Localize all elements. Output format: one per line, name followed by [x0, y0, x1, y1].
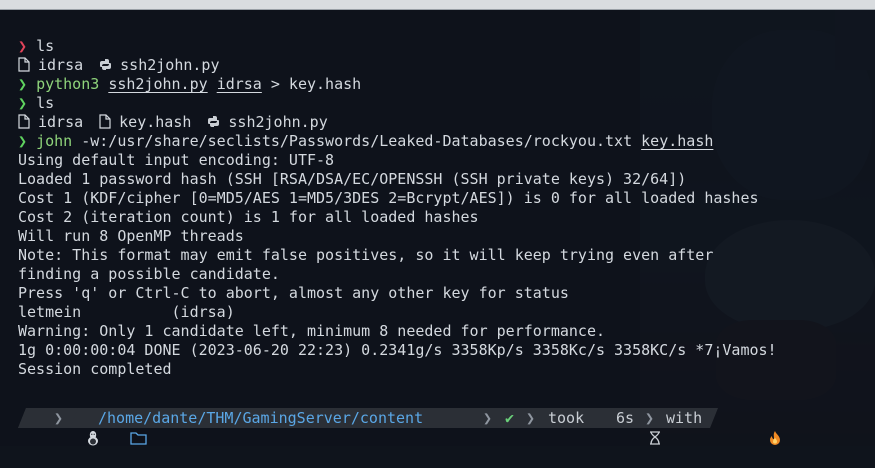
command-line: ❯ python3 ssh2john.py idrsa > key.hash	[18, 75, 777, 94]
prompt-arrow-icon: ❯	[18, 37, 28, 55]
output-line: Using default input encoding: UTF-8	[18, 151, 335, 169]
file-name: idrsa	[38, 56, 84, 74]
file-icon	[99, 114, 111, 129]
command-text: ls	[36, 94, 55, 112]
fire-icon	[715, 408, 781, 445]
separator-icon: ❯	[645, 409, 655, 427]
file-icon	[18, 57, 30, 72]
file-icon	[18, 114, 30, 129]
output-line: 1g 0:00:00:04 DONE (2023-06-20 22:23) 0.…	[18, 341, 777, 359]
prompt-arrow-icon: ❯	[18, 94, 28, 112]
output-line: finding a possible candidate.	[18, 265, 280, 283]
separator-icon: ❯	[54, 409, 64, 427]
command-arg: key.hash	[641, 132, 714, 150]
output-line: Will run 8 OpenMP threads	[18, 227, 244, 245]
output-line: Cost 2 (iteration count) is 1 for all lo…	[18, 208, 479, 226]
output-line: Press 'q' or Ctrl-C to abort, almost any…	[18, 284, 569, 302]
command-line: ❯ ls	[18, 94, 777, 113]
file-name: key.hash	[119, 113, 192, 131]
command-name: python3	[36, 75, 100, 93]
output-line: Note: This format may emit false positiv…	[18, 246, 714, 264]
path-prefix: /home/dante/THM/GamingServer/	[98, 409, 360, 427]
command-arg: ssh2john.py	[108, 75, 208, 93]
command-rest: > key.hash	[261, 75, 362, 93]
command-name: john	[36, 132, 73, 150]
file-listing: idrsa key.hash ssh2john.py	[18, 113, 777, 132]
command-line: ❯ ls	[18, 37, 777, 56]
cracked-password-line: letmein (idrsa)	[18, 303, 235, 321]
command-text: ls	[36, 37, 55, 55]
command-arg: idrsa	[216, 75, 262, 93]
with-label: with	[666, 409, 703, 427]
file-name: ssh2john.py	[120, 56, 220, 74]
prompt-bar[interactable]: ❯ /home/dante/THM/GamingServer/content ❯…	[18, 408, 781, 446]
terminal-output: ❯ ls idrsa ssh2john.py ❯ python3 ssh2john…	[18, 37, 777, 379]
file-name: ssh2john.py	[228, 113, 328, 131]
took-label: took	[548, 409, 585, 427]
prompt-arrow-icon: ❯	[18, 132, 28, 150]
command-rest: -w:/usr/share/seclists/Passwords/Leaked-…	[72, 132, 642, 150]
status-check-icon: ✔	[505, 409, 515, 427]
separator-icon: ❯	[526, 409, 536, 427]
command-line: ❯ john -w:/usr/share/seclists/Passwords/…	[18, 132, 777, 151]
file-listing: idrsa ssh2john.py	[18, 56, 777, 75]
separator-icon: ❯	[483, 409, 493, 427]
python-file-icon	[100, 59, 112, 70]
file-name: idrsa	[38, 113, 84, 131]
terminal-window[interactable]: ❯ ls idrsa ssh2john.py ❯ python3 ssh2john…	[0, 10, 875, 446]
window-top-bar	[0, 0, 875, 10]
output-line: Session completed	[18, 360, 172, 378]
current-path: /home/dante/THM/GamingServer/content	[98, 408, 423, 428]
output-line: Loaded 1 password hash (SSH [RSA/DSA/EC/…	[18, 170, 687, 188]
prompt-arrow-icon: ❯	[18, 75, 28, 93]
took-duration: 6s	[616, 409, 635, 427]
output-line: Cost 1 (KDF/cipher [0=MD5/AES 1=MD5/3DES…	[18, 189, 759, 207]
output-line: Warning: Only 1 candidate left, minimum …	[18, 322, 605, 340]
path-current: content	[359, 409, 424, 427]
python-file-icon	[208, 116, 220, 127]
